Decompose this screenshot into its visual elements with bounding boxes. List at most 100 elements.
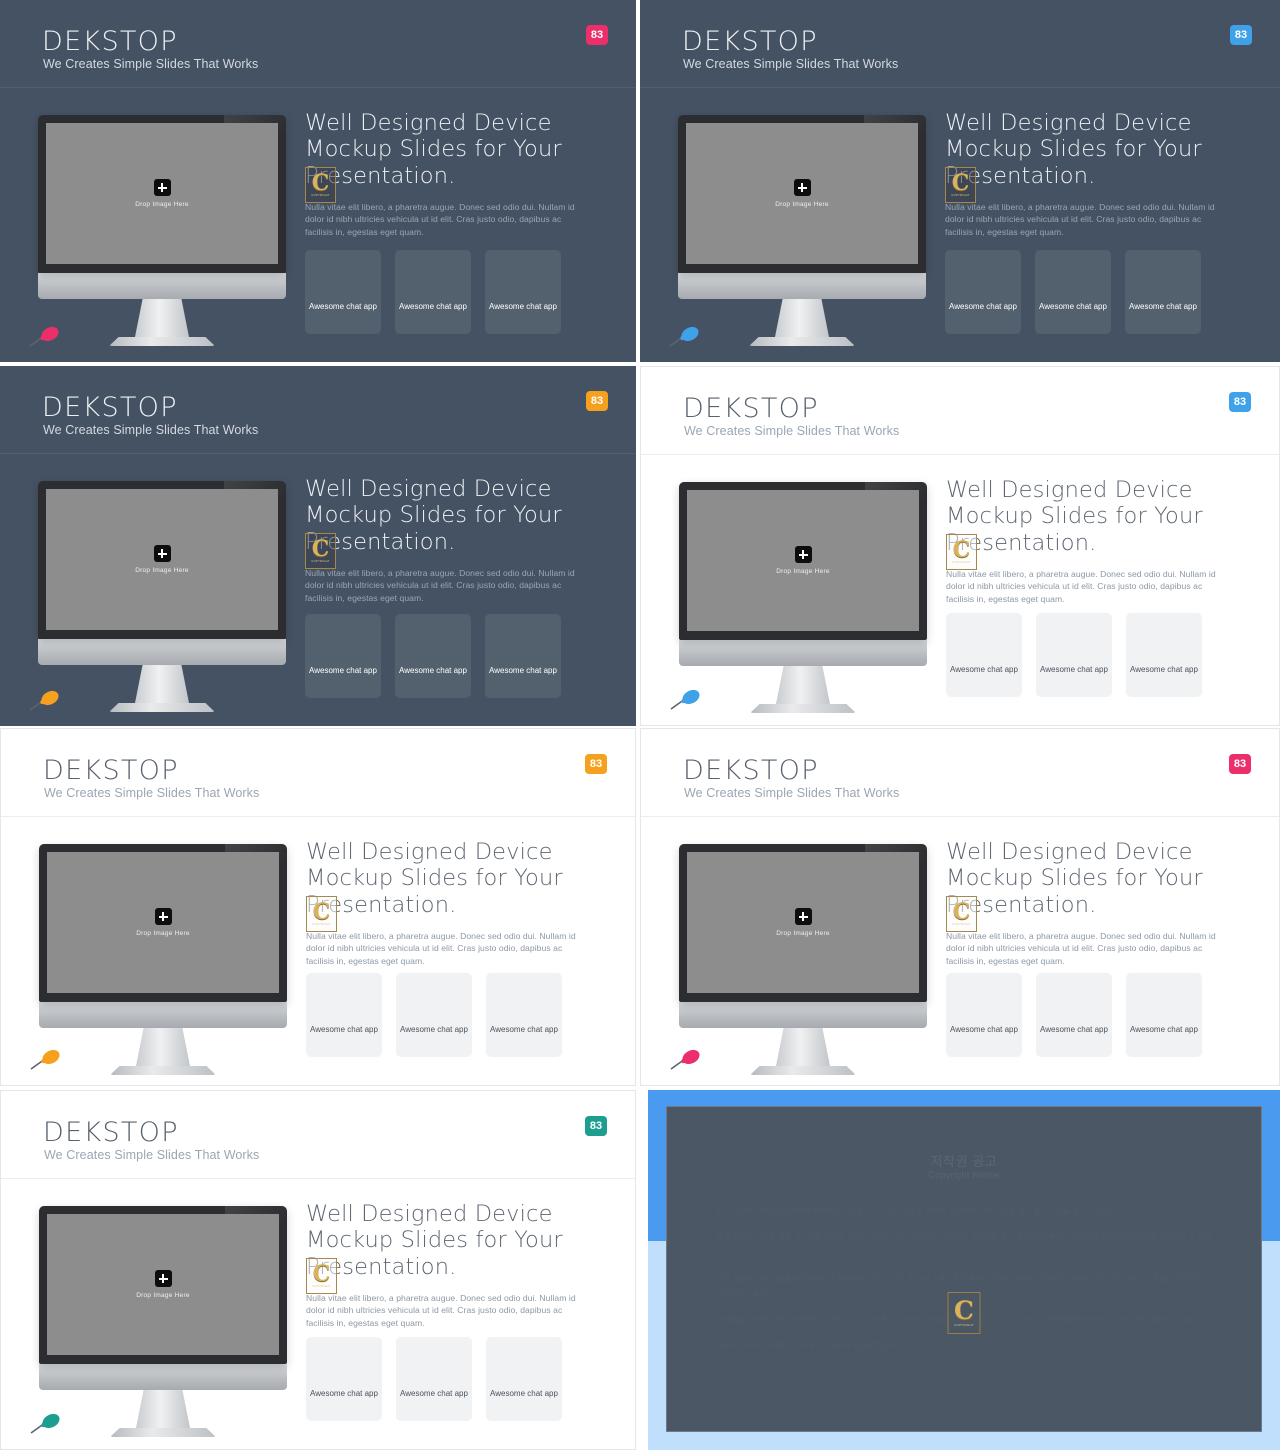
slide-headline: Well Designed Device Mockup Slides for Y… <box>946 839 1203 918</box>
drop-image-label: Drop Image Here <box>776 930 830 937</box>
feature-card[interactable]: Awesome chat app <box>305 250 381 334</box>
feature-card[interactable]: Awesome chat app <box>486 973 562 1057</box>
feature-card[interactable]: Awesome chat app <box>305 614 381 698</box>
feature-card[interactable]: Awesome chat app <box>395 250 471 334</box>
slide-thumbnail-3[interactable]: DEKSTOP We Creates Simple Slides That Wo… <box>0 366 636 726</box>
feature-card-row: Awesome chat app Awesome chat app Awesom… <box>946 973 1202 1057</box>
slide-brand-title: DEKSTOP <box>43 1117 179 1148</box>
image-drop-zone[interactable]: Drop Image Here <box>47 1214 279 1355</box>
pushpin-icon <box>30 1049 60 1070</box>
feature-card[interactable]: Awesome chat app <box>485 614 561 698</box>
feature-card[interactable]: Awesome chat app <box>306 1337 382 1421</box>
feature-card-row: Awesome chat app Awesome chat app Awesom… <box>306 973 562 1057</box>
slide-text-column: Well Designed Device Mockup Slides for Y… <box>946 839 1239 968</box>
feature-card[interactable]: Awesome chat app <box>396 1337 472 1421</box>
feature-card[interactable]: Awesome chat app <box>485 250 561 334</box>
slide-number-badge: 83 <box>1230 25 1252 45</box>
slide-tagline: We Creates Simple Slides That Works <box>44 786 260 800</box>
slide-header: DEKSTOP We Creates Simple Slides That Wo… <box>641 729 1279 817</box>
feature-card[interactable]: Awesome chat app <box>945 250 1021 334</box>
feature-card[interactable]: Awesome chat app <box>486 1337 562 1421</box>
slide-tagline: We Creates Simple Slides That Works <box>43 423 259 437</box>
copyright-logo-sublabel: COPYRIGHT <box>954 1322 974 1327</box>
feature-card[interactable]: Awesome chat app <box>1036 973 1112 1057</box>
image-drop-zone[interactable]: Drop Image Here <box>46 489 278 630</box>
slide-thumbnail-2[interactable]: DEKSTOP We Creates Simple Slides That Wo… <box>640 0 1280 362</box>
image-drop-zone[interactable]: Drop Image Here <box>47 852 279 993</box>
slide-headline: Well Designed Device Mockup Slides for Y… <box>946 477 1203 556</box>
slide-header: DEKSTOP We Creates Simple Slides That Wo… <box>641 367 1279 455</box>
watermark-sublabel: COPYRIGHT <box>311 559 330 564</box>
slide-number-badge: 83 <box>585 754 607 774</box>
slide-body-copy: Nulla vitae elit libero, a pharetra augu… <box>306 1292 576 1329</box>
feature-card[interactable]: Awesome chat app <box>1125 250 1201 334</box>
plus-icon[interactable] <box>154 908 172 925</box>
feature-card[interactable]: Awesome chat app <box>1036 613 1112 697</box>
copyright-watermark-icon: C COPYRIGHT <box>306 896 337 932</box>
feature-card[interactable]: Awesome chat app <box>946 973 1022 1057</box>
feature-card[interactable]: Awesome chat app <box>1126 973 1202 1057</box>
slide-thumbnail-7[interactable]: DEKSTOP We Creates Simple Slides That Wo… <box>0 1090 636 1450</box>
plus-icon[interactable] <box>794 908 812 925</box>
plus-icon[interactable] <box>794 546 812 563</box>
copyright-notice-panel: 저작권 공고 Copyright Notice 본 저작물은 저작권법에 의하여… <box>648 1090 1280 1450</box>
watermark-letter: C <box>951 169 970 196</box>
plus-icon[interactable] <box>793 179 811 196</box>
feature-card[interactable]: Awesome chat app <box>946 613 1022 697</box>
feature-card-row: Awesome chat app Awesome chat app Awesom… <box>945 250 1201 334</box>
slide-brand-title: DEKSTOP <box>683 755 819 786</box>
feature-card-label: Awesome chat app <box>309 302 377 311</box>
monitor-bezel: Drop Image Here <box>678 115 926 273</box>
desktop-monitor-mockup: Drop Image Here <box>679 482 927 713</box>
image-drop-zone[interactable]: Drop Image Here <box>46 123 278 264</box>
slide-body: Drop Image Here Well Designed Device Moc… <box>641 817 1279 1085</box>
image-drop-zone[interactable]: Drop Image Here <box>687 852 919 993</box>
plus-icon[interactable] <box>153 179 171 196</box>
desktop-monitor-mockup: Drop Image Here <box>679 844 927 1075</box>
watermark-letter: C <box>952 898 971 925</box>
slide-text-column: Well Designed Device Mockup Slides for Y… <box>946 477 1239 606</box>
watermark-sublabel: COPYRIGHT <box>311 193 330 198</box>
slide-header: DEKSTOP We Creates Simple Slides That Wo… <box>1 1091 635 1179</box>
slide-body: Drop Image Here Well Designed Device Moc… <box>0 88 636 362</box>
slide-header: DEKSTOP We Creates Simple Slides That Wo… <box>0 0 636 88</box>
watermark-letter: C <box>312 898 331 925</box>
monitor-stand-neck <box>135 665 189 703</box>
feature-card[interactable]: Awesome chat app <box>396 973 472 1057</box>
slide-thumbnail-1[interactable]: DEKSTOP We Creates Simple Slides That Wo… <box>0 0 636 362</box>
feature-card-row: Awesome chat app Awesome chat app Awesom… <box>306 1337 562 1421</box>
plus-icon[interactable] <box>154 1270 172 1287</box>
slide-brand-title: DEKSTOP <box>683 393 819 424</box>
monitor-bezel: Drop Image Here <box>38 481 286 639</box>
slide-tagline: We Creates Simple Slides That Works <box>43 57 259 71</box>
watermark-letter: C <box>312 1260 331 1287</box>
monitor-stand-neck <box>776 666 830 704</box>
slide-thumbnail-5[interactable]: DEKSTOP We Creates Simple Slides That Wo… <box>0 728 636 1086</box>
feature-card-label: Awesome chat app <box>1040 665 1108 674</box>
feature-card-label: Awesome chat app <box>950 665 1018 674</box>
slide-thumbnail-grid: DEKSTOP We Creates Simple Slides That Wo… <box>0 0 1280 1450</box>
feature-card[interactable]: Awesome chat app <box>395 614 471 698</box>
monitor-stand-neck <box>136 1390 190 1428</box>
slide-thumbnail-4[interactable]: DEKSTOP We Creates Simple Slides That Wo… <box>640 366 1280 726</box>
feature-card-row: Awesome chat app Awesome chat app Awesom… <box>305 250 561 334</box>
copyright-watermark-icon: C COPYRIGHT <box>305 167 336 203</box>
slide-thumbnail-6[interactable]: DEKSTOP We Creates Simple Slides That Wo… <box>640 728 1280 1086</box>
feature-card-label: Awesome chat app <box>309 666 377 675</box>
watermark-sublabel: COPYRIGHT <box>312 922 331 927</box>
slide-tagline: We Creates Simple Slides That Works <box>44 1148 260 1162</box>
image-drop-zone[interactable]: Drop Image Here <box>686 123 918 264</box>
watermark-sublabel: COPYRIGHT <box>312 1284 331 1289</box>
watermark-sublabel: COPYRIGHT <box>952 922 971 927</box>
feature-card[interactable]: Awesome chat app <box>1126 613 1202 697</box>
image-drop-zone[interactable]: Drop Image Here <box>687 490 919 631</box>
slide-text-column: Well Designed Device Mockup Slides for Y… <box>305 476 596 605</box>
slide-number-badge: 83 <box>586 25 608 45</box>
watermark-sublabel: COPYRIGHT <box>951 193 970 198</box>
pushpin-icon <box>670 1049 700 1070</box>
feature-card[interactable]: Awesome chat app <box>1035 250 1111 334</box>
plus-icon[interactable] <box>153 545 171 562</box>
feature-card[interactable]: Awesome chat app <box>306 973 382 1057</box>
monitor-stand-base <box>749 337 855 346</box>
slide-brand-title: DEKSTOP <box>42 26 178 57</box>
